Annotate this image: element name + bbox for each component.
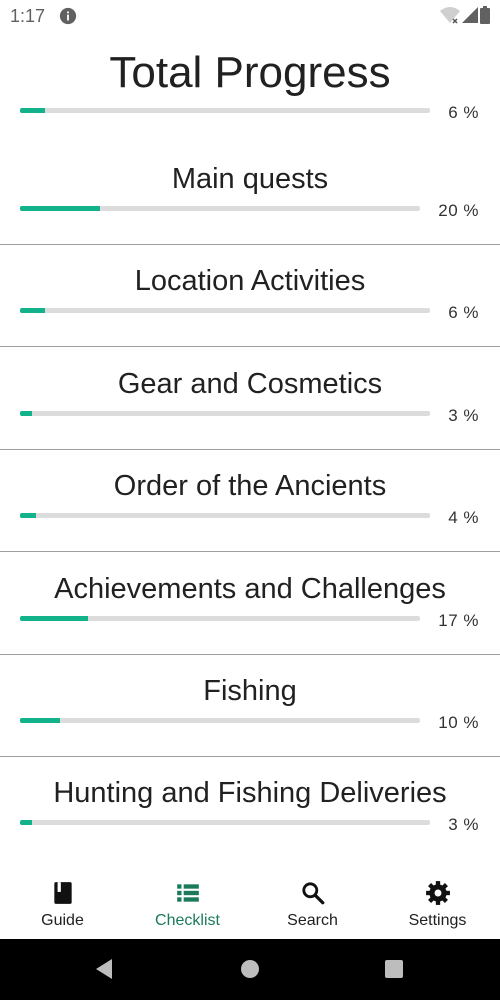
category-title: Main quests: [171, 163, 329, 195]
category-percent: 17 %: [438, 611, 479, 630]
checklist-icon: [176, 884, 199, 902]
category-progress-fill: [20, 616, 88, 621]
total-progress-fill: [20, 108, 45, 113]
category-progress-bar: [20, 308, 430, 313]
nav-search-label: Search: [287, 912, 338, 929]
nav-checklist-label: Checklist: [155, 912, 220, 929]
category-row[interactable]: Fishing 10 %: [0, 655, 500, 757]
category-percent: 4 %: [448, 508, 479, 527]
category-title: Achievements and Challenges: [54, 573, 446, 605]
category-title: Fishing: [203, 675, 297, 707]
total-progress-section: Total Progress 6 %: [0, 40, 500, 140]
home-icon[interactable]: [240, 958, 260, 980]
book-icon: [53, 882, 72, 904]
gear-icon: [425, 881, 450, 905]
search-icon: [301, 882, 324, 905]
category-progress-fill: [20, 308, 45, 313]
nav-checklist[interactable]: Checklist: [125, 858, 250, 939]
battery-icon: [480, 6, 490, 24]
bottom-navigation: Guide Checklist Search Settings: [0, 858, 500, 939]
category-percent: 10 %: [438, 713, 479, 732]
category-title: Gear and Cosmetics: [117, 368, 383, 400]
category-percent: 3 %: [448, 815, 479, 834]
category-title: Hunting and Fishing Deliveries: [53, 777, 447, 809]
category-progress-bar: [20, 206, 420, 211]
category-row[interactable]: Location Activities 6 %: [0, 245, 500, 347]
wifi-icon: [440, 7, 460, 24]
category-progress-bar: [20, 513, 430, 518]
category-progress-bar: [20, 411, 430, 416]
nav-search[interactable]: Search: [250, 858, 375, 939]
category-progress-bar: [20, 820, 430, 825]
category-progress-fill: [20, 820, 33, 825]
category-progress-fill: [20, 513, 37, 518]
category-row[interactable]: Order of the Ancients 4 %: [0, 450, 500, 552]
total-progress-bar: [20, 108, 430, 113]
status-time: 1:17: [10, 6, 46, 26]
category-row[interactable]: Achievements and Challenges 17 %: [0, 553, 500, 655]
category-title: Order of the Ancients: [113, 470, 387, 502]
category-percent: 3 %: [448, 406, 479, 425]
category-percent: 20 %: [438, 201, 479, 220]
category-row[interactable]: Hunting and Fishing Deliveries 3 %: [0, 757, 500, 859]
info-icon: [59, 7, 77, 25]
signal-icon: [462, 7, 478, 23]
nav-settings-label: Settings: [408, 912, 467, 929]
category-title: Location Activities: [134, 265, 366, 297]
recents-icon[interactable]: [384, 958, 404, 980]
nav-guide-label: Guide: [41, 912, 84, 929]
category-row[interactable]: Main quests 20 %: [0, 143, 500, 245]
category-progress-fill: [20, 411, 33, 416]
category-row[interactable]: Gear and Cosmetics 3 %: [0, 348, 500, 450]
page-title: Total Progress: [109, 48, 391, 97]
category-progress-bar: [20, 718, 420, 723]
system-navigation-bar: [0, 939, 500, 1000]
category-percent: 6 %: [448, 303, 479, 322]
back-icon[interactable]: [94, 958, 114, 980]
category-progress-bar: [20, 616, 420, 621]
status-bar: 1:17: [0, 0, 500, 32]
nav-guide[interactable]: Guide: [0, 858, 125, 939]
category-progress-fill: [20, 718, 60, 723]
nav-settings[interactable]: Settings: [375, 858, 500, 939]
category-progress-fill: [20, 206, 100, 211]
total-progress-percent: 6 %: [448, 103, 479, 122]
